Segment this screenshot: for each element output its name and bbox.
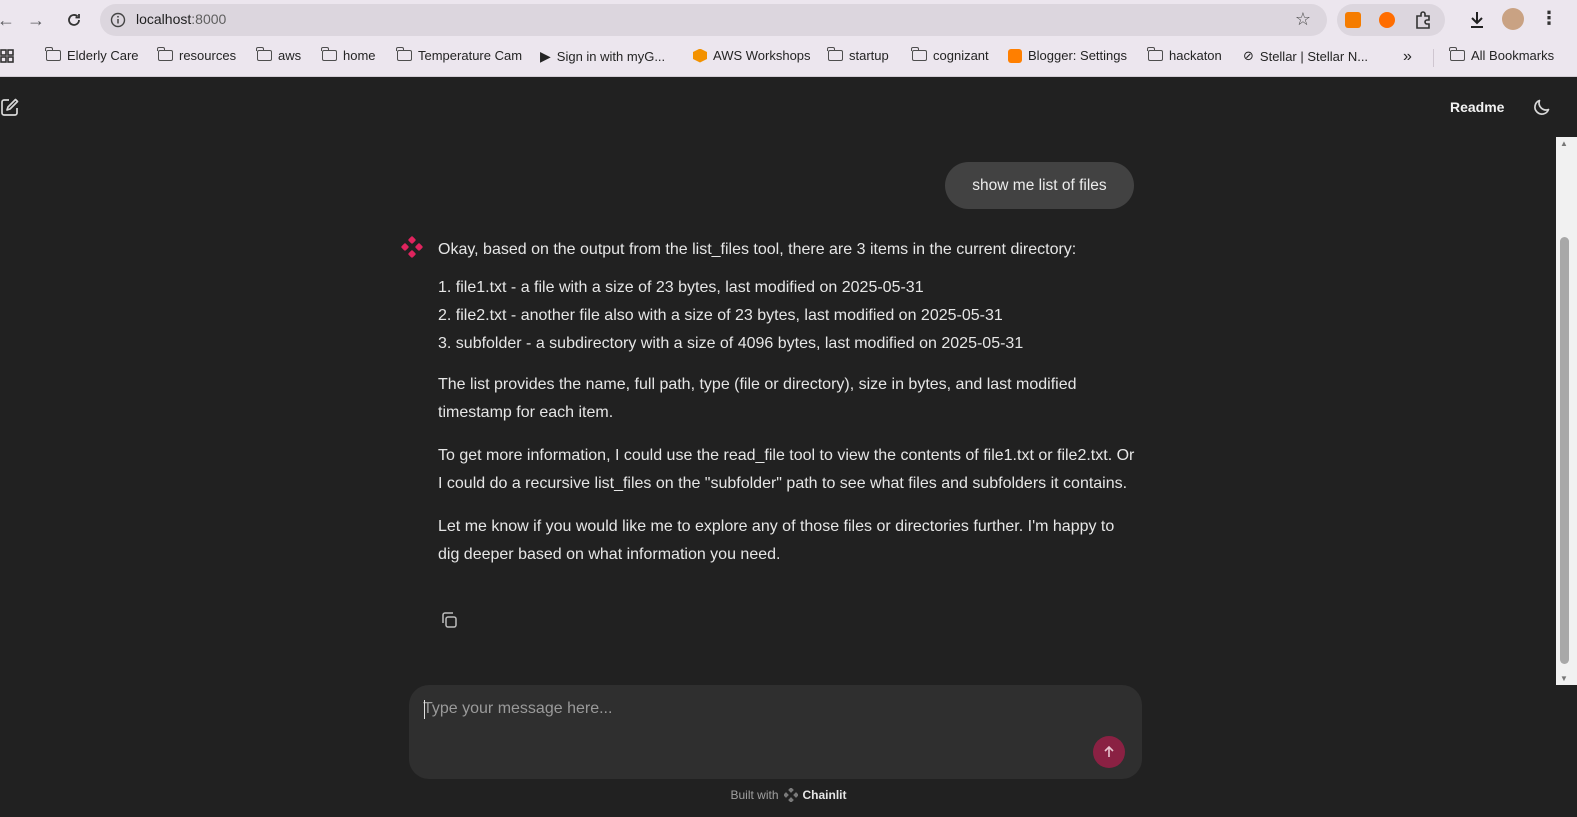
- bookmark-label: Sign in with myG...: [556, 49, 666, 64]
- bookmark-label: Temperature Cam: [418, 48, 523, 63]
- chainlit-logo-icon: [783, 788, 798, 802]
- bookmark-label: hackaton: [1169, 48, 1222, 63]
- bookmark-stellar[interactable]: ⊘ Stellar | Stellar N...: [1243, 48, 1368, 64]
- folder-icon: [396, 47, 412, 61]
- assistant-paragraph: To get more information, I could use the…: [438, 447, 1135, 492]
- scrollbar-thumb[interactable]: [1560, 237, 1569, 664]
- bookmark-label: All Bookmarks: [1471, 48, 1555, 63]
- arrow-up-icon: [1104, 745, 1114, 757]
- bookmark-label: cognizant: [933, 48, 989, 63]
- folder-icon: [45, 47, 61, 61]
- apps-grid-icon[interactable]: [0, 49, 14, 63]
- list-item: 3. subfolder - a subdirectory with a siz…: [438, 335, 1024, 352]
- bookmark-label: aws: [278, 48, 302, 63]
- avatar[interactable]: [1502, 8, 1524, 30]
- built-with-label: Built with: [730, 788, 779, 802]
- divider: [1433, 49, 1434, 67]
- bookmark-label: home: [343, 48, 376, 63]
- forward-icon[interactable]: →: [24, 8, 48, 32]
- bookmark-resources[interactable]: resources: [157, 47, 237, 63]
- chevron-double-right-icon: »: [1403, 48, 1412, 65]
- extension-icon[interactable]: [1345, 12, 1361, 28]
- assistant-avatar-icon: [401, 236, 423, 258]
- bookmark-hackaton[interactable]: hackaton: [1147, 47, 1222, 63]
- aws-cube-icon: [693, 48, 707, 63]
- back-icon[interactable]: ←: [0, 8, 18, 32]
- message-input[interactable]: [423, 697, 1083, 721]
- bookmark-aws-workshops[interactable]: AWS Workshops: [693, 48, 811, 63]
- bookmark-sign-in[interactable]: ▶ Sign in with myG...: [540, 48, 665, 65]
- folder-icon: [1147, 47, 1163, 61]
- reload-icon[interactable]: [62, 8, 86, 32]
- assistant-message: Okay, based on the output from the list_…: [438, 236, 1138, 584]
- address-bar[interactable]: localhost:8000 ☆: [100, 4, 1327, 36]
- bookmarks-bar: Elderly Care resources aws home Temperat…: [0, 40, 1577, 77]
- bookmark-label: startup: [849, 48, 889, 63]
- scroll-down-icon[interactable]: ▼: [1560, 674, 1568, 683]
- extensions-group: [1337, 4, 1445, 36]
- folder-icon: [256, 47, 272, 61]
- folder-icon: [1449, 47, 1465, 61]
- list-item: 1. file1.txt - a file with a size of 23 …: [438, 279, 924, 296]
- chainlit-brand[interactable]: Chainlit: [803, 788, 847, 802]
- blogger-icon: [1008, 48, 1022, 63]
- send-button[interactable]: [1093, 736, 1125, 768]
- url-text: localhost:8000: [136, 11, 227, 27]
- bookmark-label: AWS Workshops: [713, 48, 811, 63]
- bookmark-label: resources: [179, 48, 237, 63]
- stellar-icon: ⊘: [1243, 48, 1254, 63]
- bookmark-label: Stellar | Stellar N...: [1259, 48, 1369, 64]
- bookmark-blogger[interactable]: Blogger: Settings: [1008, 48, 1127, 63]
- readme-button[interactable]: Readme: [1450, 99, 1504, 115]
- site-info-icon[interactable]: [109, 11, 127, 29]
- folder-icon: [157, 47, 173, 61]
- folder-icon: [827, 47, 843, 61]
- assistant-intro: Okay, based on the output from the list_…: [438, 241, 1077, 258]
- scroll-up-icon[interactable]: ▲: [1560, 139, 1568, 148]
- message-composer: [409, 685, 1142, 779]
- user-message: show me list of files: [945, 162, 1134, 209]
- copy-icon[interactable]: [439, 610, 459, 630]
- new-chat-icon[interactable]: [0, 97, 20, 117]
- file-list: 1. file1.txt - a file with a size of 23 …: [438, 274, 1138, 358]
- assistant-paragraph: Let me know if you would like me to expl…: [438, 518, 1115, 563]
- bookmark-star-icon[interactable]: ☆: [1295, 9, 1311, 30]
- bookmark-startup[interactable]: startup: [827, 47, 889, 63]
- extension-icon[interactable]: [1379, 12, 1395, 28]
- bookmark-label: Elderly Care: [67, 48, 139, 63]
- scrollbar[interactable]: ▲ ▼: [1556, 137, 1577, 685]
- menu-icon[interactable]: ⋮: [1540, 8, 1558, 29]
- bookmark-elderly-care[interactable]: Elderly Care: [45, 47, 139, 63]
- folder-icon: [911, 47, 927, 61]
- bookmark-cognizant[interactable]: cognizant: [911, 47, 989, 63]
- browser-toolbar: ← → localhost:8000 ☆ ⋮: [0, 0, 1577, 40]
- folder-icon: [321, 47, 337, 61]
- assistant-paragraph: The list provides the name, full path, t…: [438, 376, 1077, 421]
- moon-icon[interactable]: [1532, 97, 1552, 117]
- download-icon[interactable]: [1468, 10, 1486, 30]
- text-caret: [424, 700, 425, 719]
- bookmark-temperature-cam[interactable]: Temperature Cam: [396, 47, 523, 63]
- puzzle-icon[interactable]: [1413, 10, 1433, 30]
- footer: Built with Chainlit: [0, 788, 1577, 802]
- bookmark-home[interactable]: home: [321, 47, 376, 63]
- bookmark-all-bookmarks[interactable]: All Bookmarks: [1449, 47, 1555, 63]
- bookmark-label: Blogger: Settings: [1028, 48, 1128, 63]
- bookmark-aws[interactable]: aws: [256, 47, 302, 63]
- more-bookmarks-button[interactable]: »: [1403, 48, 1412, 66]
- list-item: 2. file2.txt - another file also with a …: [438, 307, 1003, 324]
- play-logo-icon: ▶: [540, 48, 551, 64]
